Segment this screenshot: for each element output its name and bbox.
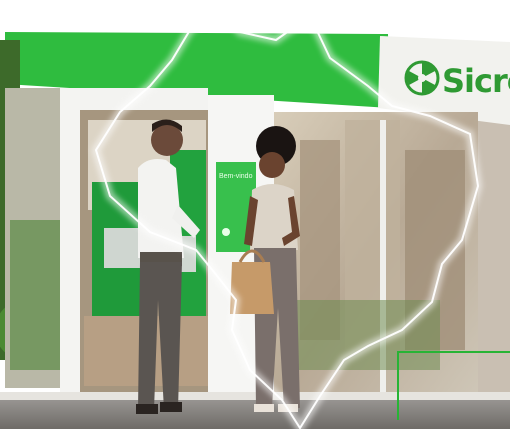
left-glass-greenery [10,220,60,370]
photo-scene: Sicred Bem-vindo [0,0,510,429]
kiosk-screen-text: Bem-vindo [219,173,253,180]
brand-name-text: Sicred [442,62,510,100]
man-shoe-left [136,404,158,414]
building-base-step [0,392,510,400]
man-shoe-right [160,402,182,412]
scene-drawing [0,0,510,429]
stone-column [478,110,510,410]
woman-shoe-left [254,404,274,412]
kiosk-dot-icon [222,228,230,236]
woman-face [259,152,285,178]
door-frame-left [60,88,80,408]
sidewalk [0,398,510,429]
atm-screen-left [104,228,140,268]
